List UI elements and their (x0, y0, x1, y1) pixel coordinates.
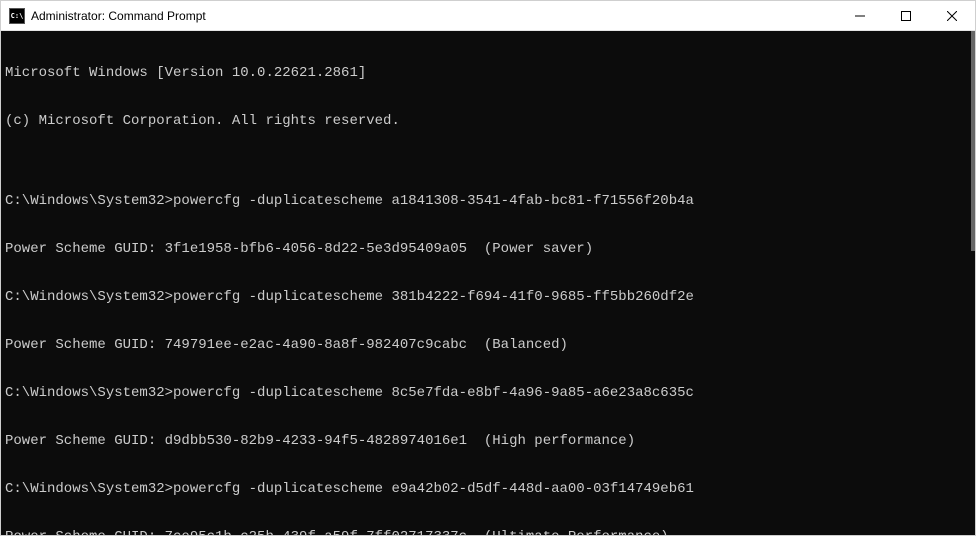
close-button[interactable] (929, 1, 975, 31)
minimize-icon (855, 11, 865, 21)
scrollbar-thumb[interactable] (971, 31, 975, 251)
terminal-line: Power Scheme GUID: 7ce95c1b-c25b-439f-a5… (5, 529, 971, 535)
terminal-output[interactable]: Microsoft Windows [Version 10.0.22621.28… (1, 31, 975, 535)
terminal-line: Power Scheme GUID: 749791ee-e2ac-4a90-8a… (5, 337, 971, 353)
terminal-line: Power Scheme GUID: 3f1e1958-bfb6-4056-8d… (5, 241, 971, 257)
window-title: Administrator: Command Prompt (31, 9, 206, 23)
titlebar-left: C:\ Administrator: Command Prompt (9, 8, 206, 24)
terminal-line: C:\Windows\System32>powercfg -duplicates… (5, 289, 971, 305)
terminal-line: (c) Microsoft Corporation. All rights re… (5, 113, 971, 129)
terminal-line: C:\Windows\System32>powercfg -duplicates… (5, 193, 971, 209)
minimize-button[interactable] (837, 1, 883, 31)
terminal-line: C:\Windows\System32>powercfg -duplicates… (5, 385, 971, 401)
cmd-icon: C:\ (9, 8, 25, 24)
window: C:\ Administrator: Command Prompt Micros… (0, 0, 976, 536)
maximize-button[interactable] (883, 1, 929, 31)
maximize-icon (901, 11, 911, 21)
terminal-line: Power Scheme GUID: d9dbb530-82b9-4233-94… (5, 433, 971, 449)
terminal-line: C:\Windows\System32>powercfg -duplicates… (5, 481, 971, 497)
window-controls (837, 1, 975, 30)
close-icon (947, 11, 957, 21)
titlebar[interactable]: C:\ Administrator: Command Prompt (1, 1, 975, 31)
content-wrap: Microsoft Windows [Version 10.0.22621.28… (1, 31, 975, 535)
terminal-line: Microsoft Windows [Version 10.0.22621.28… (5, 65, 971, 81)
